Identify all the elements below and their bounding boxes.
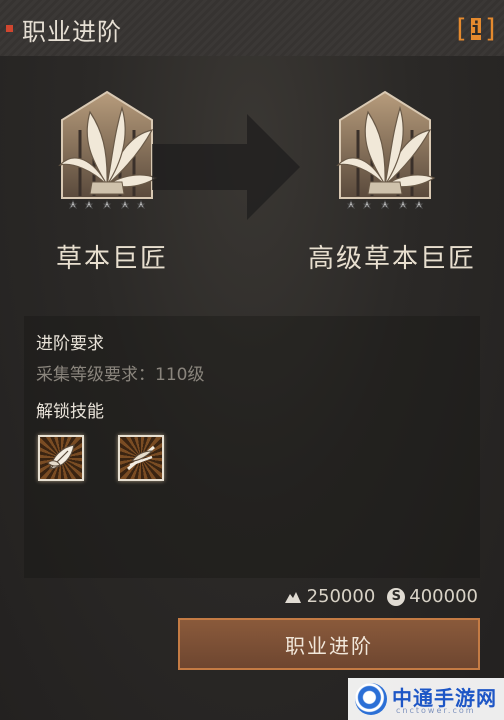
ore-cost: 250000: [306, 586, 376, 607]
title-marker: [6, 25, 13, 32]
cost-row: 250000 S 400000: [283, 586, 478, 607]
info-icon[interactable]: [i]: [453, 14, 499, 44]
watermark-logo-icon: [355, 683, 387, 715]
coin-cost: 400000: [409, 586, 478, 607]
requirements-box: [24, 316, 480, 578]
advance-button[interactable]: 职业进阶: [178, 618, 480, 670]
herb-leaf-skill-icon: [47, 444, 75, 470]
next-profession-name: 高级草本巨匠: [308, 244, 477, 274]
right-arrow-icon: [152, 114, 300, 220]
herb-badge-icon: [58, 90, 158, 210]
skill-slot-2[interactable]: [118, 435, 164, 481]
title-bar: 职业进阶 [i]: [0, 0, 504, 56]
current-profession-badge: [52, 90, 162, 220]
current-profession-name: 草本巨匠: [56, 244, 169, 274]
watermark-subtext: cnctower.com: [396, 706, 476, 715]
herb-badge-icon: [336, 90, 436, 210]
panel-title: 职业进阶: [22, 18, 122, 46]
requirements-title: 进阶要求: [36, 334, 104, 354]
profession-advance-panel: 职业进阶 [i] 草本巨匠 高级草本巨匠 进阶要求 采集等级要求：110级 解锁…: [0, 0, 504, 720]
unlock-skills-title: 解锁技能: [36, 402, 104, 422]
skill-slot-1[interactable]: [38, 435, 84, 481]
herb-stalk-skill-icon: [127, 445, 155, 471]
ore-icon: [284, 591, 301, 603]
next-profession-badge: [330, 90, 440, 220]
gather-level-requirement: 采集等级要求：110级: [36, 365, 205, 385]
silver-coin-icon: S: [387, 587, 406, 606]
